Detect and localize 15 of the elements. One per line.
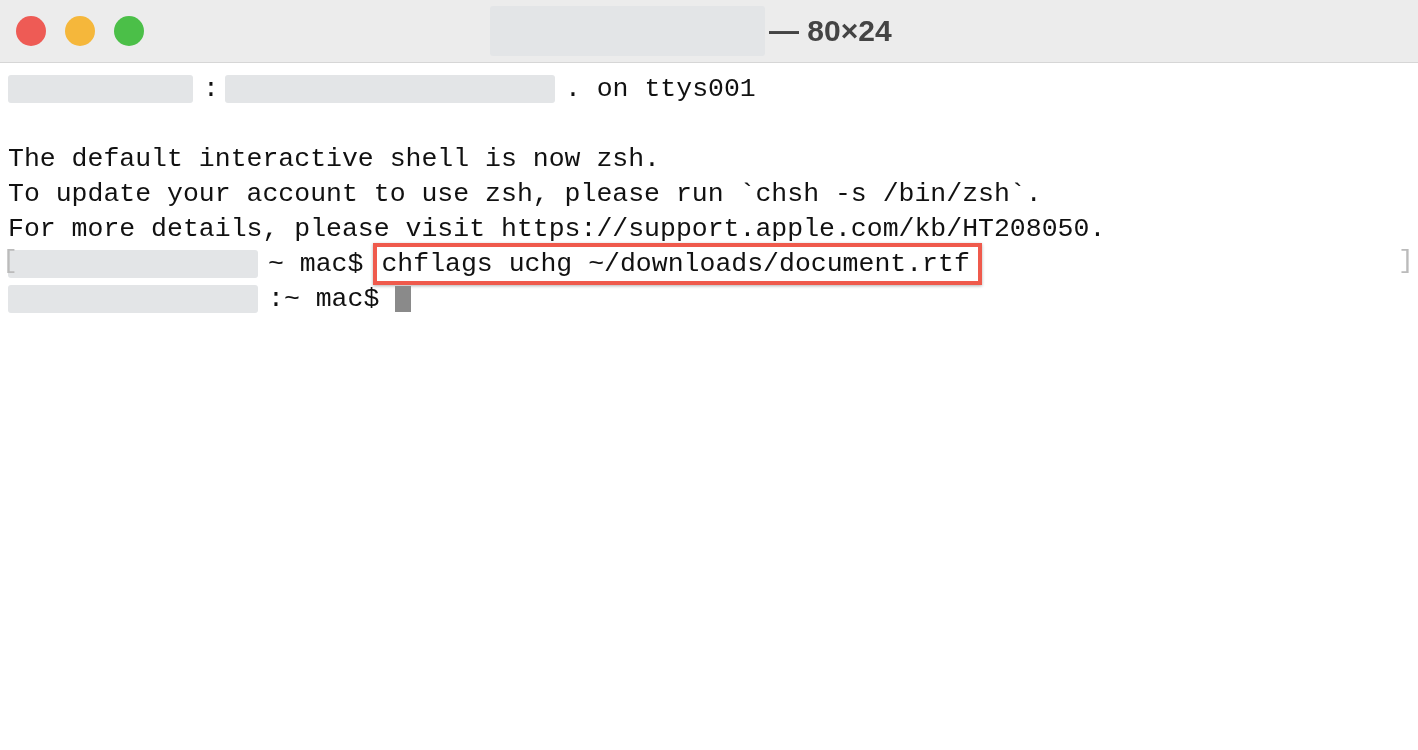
edge-mark: ] bbox=[1398, 246, 1414, 276]
minimize-button[interactable] bbox=[65, 16, 95, 46]
terminal-text: . on ttys001 bbox=[564, 73, 757, 104]
zoom-button[interactable] bbox=[114, 16, 144, 46]
window-title: — 80×24 bbox=[769, 14, 892, 48]
terminal-text: For more details, please visit https://support.apple.com/kb/HT208050. bbox=[8, 213, 1107, 244]
close-button[interactable] bbox=[16, 16, 46, 46]
highlighted-command: chflags uchg ~/downloads/document.rtf bbox=[373, 242, 982, 285]
terminal-text: ~ mac$ bbox=[268, 248, 365, 279]
edge-mark: [ bbox=[2, 246, 18, 276]
text-cursor bbox=[395, 285, 412, 312]
terminal-text: To update your account to use zsh, please run `chsh -s /bin/zsh`. bbox=[8, 178, 1043, 209]
terminal-text: The default interactive shell is now zsh. bbox=[8, 143, 661, 174]
terminal-text: :~ mac$ bbox=[268, 283, 381, 314]
terminal-text: : bbox=[203, 73, 220, 104]
